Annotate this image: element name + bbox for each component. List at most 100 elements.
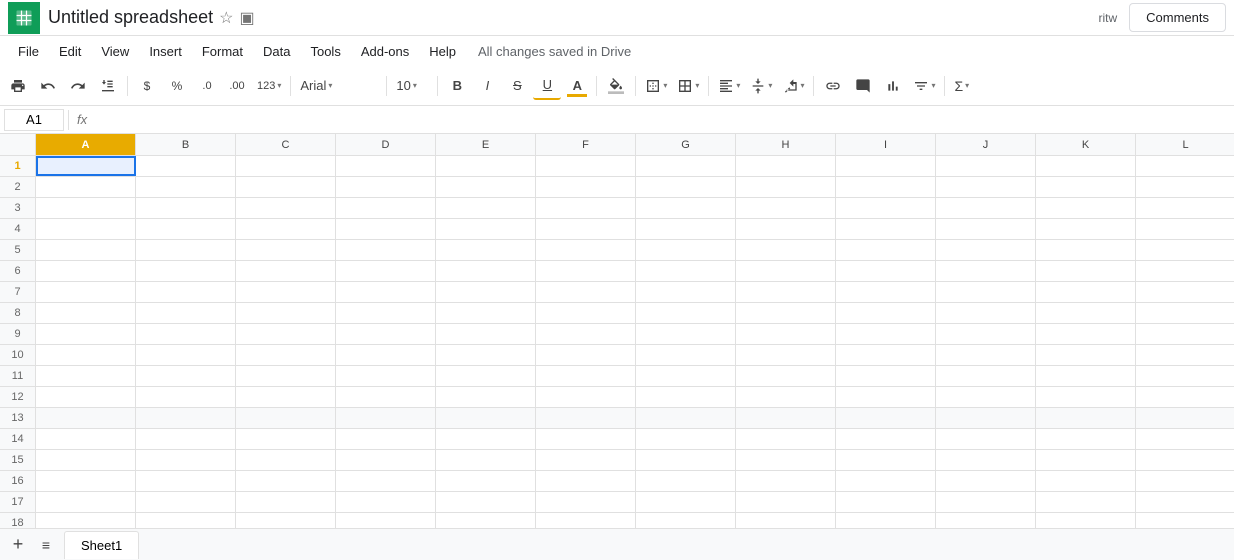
- cell-K7[interactable]: [1036, 282, 1136, 302]
- more-formats-button[interactable]: 123 ▾: [253, 72, 285, 100]
- cell-C8[interactable]: [236, 303, 336, 323]
- comment-button[interactable]: [849, 72, 877, 100]
- cell-I12[interactable]: [836, 387, 936, 407]
- row-num-3[interactable]: 3: [0, 198, 36, 218]
- cell-H1[interactable]: [736, 156, 836, 176]
- cell-A1[interactable]: [36, 156, 136, 176]
- cell-L11[interactable]: [1136, 366, 1234, 386]
- cell-D8[interactable]: [336, 303, 436, 323]
- cell-B5[interactable]: [136, 240, 236, 260]
- cell-F11[interactable]: [536, 366, 636, 386]
- cell-A12[interactable]: [36, 387, 136, 407]
- dec-one-button[interactable]: .00: [223, 72, 251, 100]
- cell-B11[interactable]: [136, 366, 236, 386]
- cell-C12[interactable]: [236, 387, 336, 407]
- cell-I2[interactable]: [836, 177, 936, 197]
- cell-D7[interactable]: [336, 282, 436, 302]
- cell-E10[interactable]: [436, 345, 536, 365]
- col-header-a[interactable]: A: [36, 134, 136, 155]
- row-num-10[interactable]: 10: [0, 345, 36, 365]
- cell-L6[interactable]: [1136, 261, 1234, 281]
- cell-J11[interactable]: [936, 366, 1036, 386]
- cell-L3[interactable]: [1136, 198, 1234, 218]
- cell-A16[interactable]: [36, 471, 136, 491]
- merge-cells-button[interactable]: ▾: [673, 72, 703, 100]
- cell-H8[interactable]: [736, 303, 836, 323]
- cell-C17[interactable]: [236, 492, 336, 512]
- cell-E3[interactable]: [436, 198, 536, 218]
- cell-A2[interactable]: [36, 177, 136, 197]
- cell-G4[interactable]: [636, 219, 736, 239]
- cell-A5[interactable]: [36, 240, 136, 260]
- cell-J8[interactable]: [936, 303, 1036, 323]
- cell-G13[interactable]: [636, 408, 736, 428]
- cell-D16[interactable]: [336, 471, 436, 491]
- cell-B14[interactable]: [136, 429, 236, 449]
- row-num-6[interactable]: 6: [0, 261, 36, 281]
- cell-J18[interactable]: [936, 513, 1036, 528]
- cell-L16[interactable]: [1136, 471, 1234, 491]
- v-align-button[interactable]: ▾: [746, 72, 776, 100]
- cell-F7[interactable]: [536, 282, 636, 302]
- cell-F3[interactable]: [536, 198, 636, 218]
- cell-A4[interactable]: [36, 219, 136, 239]
- cell-A14[interactable]: [36, 429, 136, 449]
- cell-L8[interactable]: [1136, 303, 1234, 323]
- cell-K17[interactable]: [1036, 492, 1136, 512]
- cell-H17[interactable]: [736, 492, 836, 512]
- cell-K2[interactable]: [1036, 177, 1136, 197]
- cell-L5[interactable]: [1136, 240, 1234, 260]
- cell-E7[interactable]: [436, 282, 536, 302]
- row-num-7[interactable]: 7: [0, 282, 36, 302]
- cell-C11[interactable]: [236, 366, 336, 386]
- cell-G18[interactable]: [636, 513, 736, 528]
- cell-C14[interactable]: [236, 429, 336, 449]
- cell-D11[interactable]: [336, 366, 436, 386]
- cell-J10[interactable]: [936, 345, 1036, 365]
- menu-file[interactable]: File: [8, 40, 49, 63]
- cell-H10[interactable]: [736, 345, 836, 365]
- cell-I4[interactable]: [836, 219, 936, 239]
- filter-button[interactable]: ▾: [909, 72, 939, 100]
- row-num-16[interactable]: 16: [0, 471, 36, 491]
- cell-J13[interactable]: [936, 408, 1036, 428]
- cell-B6[interactable]: [136, 261, 236, 281]
- cell-E5[interactable]: [436, 240, 536, 260]
- cell-I1[interactable]: [836, 156, 936, 176]
- chart-button[interactable]: [879, 72, 907, 100]
- cell-A9[interactable]: [36, 324, 136, 344]
- sheet-tab-1[interactable]: Sheet1: [64, 531, 139, 559]
- cell-J1[interactable]: [936, 156, 1036, 176]
- menu-insert[interactable]: Insert: [139, 40, 192, 63]
- cell-ref-input[interactable]: [4, 109, 64, 131]
- cell-F10[interactable]: [536, 345, 636, 365]
- cell-I15[interactable]: [836, 450, 936, 470]
- col-header-k[interactable]: K: [1036, 134, 1136, 155]
- cell-B1[interactable]: [136, 156, 236, 176]
- cell-F17[interactable]: [536, 492, 636, 512]
- cell-B12[interactable]: [136, 387, 236, 407]
- comments-button[interactable]: Comments: [1129, 3, 1226, 32]
- cell-D15[interactable]: [336, 450, 436, 470]
- cell-H18[interactable]: [736, 513, 836, 528]
- cell-K6[interactable]: [1036, 261, 1136, 281]
- cell-C6[interactable]: [236, 261, 336, 281]
- cell-B2[interactable]: [136, 177, 236, 197]
- cell-G9[interactable]: [636, 324, 736, 344]
- cell-J7[interactable]: [936, 282, 1036, 302]
- cell-I14[interactable]: [836, 429, 936, 449]
- cell-C15[interactable]: [236, 450, 336, 470]
- cell-L17[interactable]: [1136, 492, 1234, 512]
- cell-K3[interactable]: [1036, 198, 1136, 218]
- cell-D6[interactable]: [336, 261, 436, 281]
- cell-F18[interactable]: [536, 513, 636, 528]
- cell-L2[interactable]: [1136, 177, 1234, 197]
- cell-J17[interactable]: [936, 492, 1036, 512]
- cell-F1[interactable]: [536, 156, 636, 176]
- cell-I9[interactable]: [836, 324, 936, 344]
- cell-G16[interactable]: [636, 471, 736, 491]
- cell-D4[interactable]: [336, 219, 436, 239]
- cell-C18[interactable]: [236, 513, 336, 528]
- cell-B13[interactable]: [136, 408, 236, 428]
- cell-H4[interactable]: [736, 219, 836, 239]
